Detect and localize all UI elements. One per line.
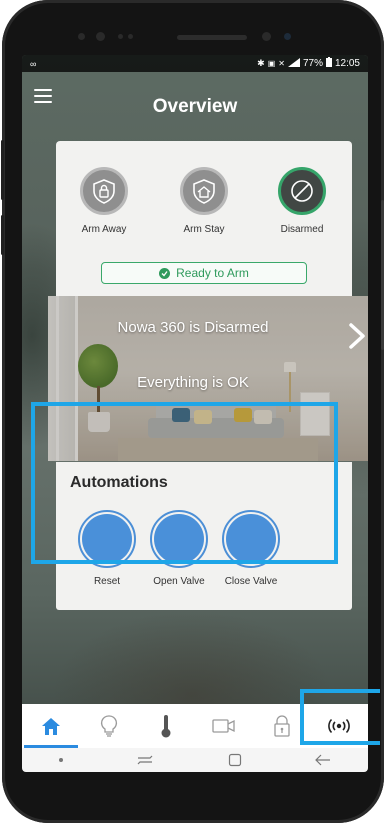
arm-away-button[interactable]: Arm Away: [64, 167, 144, 235]
lock-icon: [273, 715, 290, 737]
disarmed-slash-icon: [291, 180, 313, 202]
battery-percent: 77%: [302, 58, 323, 69]
house-lock-icon: [193, 179, 215, 204]
check-circle-icon: [159, 267, 171, 279]
system-status-message: Everything is OK: [137, 374, 249, 391]
nav-home[interactable]: [22, 704, 80, 748]
app-header: Overview: [22, 72, 368, 140]
bluetooth-icon: ✱: [257, 58, 265, 68]
chevron-right-icon[interactable]: [348, 323, 366, 349]
signal-icon: [287, 57, 300, 70]
arm-stay-label: Arm Stay: [183, 224, 225, 235]
dot-icon[interactable]: [58, 758, 63, 762]
devices-nav-highlight-frame: [300, 689, 380, 745]
ready-to-arm-badge: Ready to Arm: [101, 262, 307, 284]
page-title: Overview: [152, 96, 238, 117]
clock: 12:05: [334, 58, 360, 69]
recent-apps-icon[interactable]: [136, 754, 154, 766]
disarmed-label: Disarmed: [280, 224, 324, 235]
arm-stay-circle: [180, 167, 228, 215]
thermometer-icon: [161, 715, 171, 738]
android-navigation-bar: [22, 748, 368, 772]
phone-top-sensors: [72, 30, 322, 44]
battery-icon: [325, 57, 332, 70]
back-arrow-icon[interactable]: [315, 754, 331, 766]
arm-away-label: Arm Away: [81, 224, 127, 235]
nav-lights[interactable]: [80, 704, 138, 748]
ready-to-arm-text: Ready to Arm: [176, 266, 249, 280]
open-valve-label: Open Valve: [153, 576, 205, 587]
reset-label: Reset: [93, 576, 121, 587]
status-infinity: ∞: [30, 58, 38, 69]
nav-cameras[interactable]: [195, 704, 253, 748]
lightbulb-icon: [100, 715, 117, 737]
status-indicators: ✱ ▣ ✕ 77% 12:05: [257, 57, 360, 70]
video-camera-icon: [212, 719, 235, 733]
shield-lock-icon: [93, 179, 115, 204]
disarmed-circle: [278, 167, 326, 215]
arm-stay-button[interactable]: Arm Stay: [164, 167, 244, 235]
status-bar: ∞ ✱ ▣ ✕ 77% 12:05: [22, 55, 368, 72]
system-status-title: Nowa 360 is Disarmed: [117, 319, 269, 336]
home-square-icon[interactable]: [228, 753, 242, 767]
arm-away-circle: [80, 167, 128, 215]
mute-icon: ✕: [278, 59, 285, 68]
home-icon: [41, 718, 60, 735]
disarmed-button[interactable]: Disarmed: [262, 167, 342, 235]
security-mode-card: Arm Away Arm Stay Disarmed Ready to Arm: [56, 141, 352, 296]
nav-climate[interactable]: [137, 704, 195, 748]
automations-highlight-frame: [31, 402, 338, 564]
nfc-icon: ▣: [267, 59, 276, 68]
close-valve-label: Close Valve: [224, 576, 278, 587]
